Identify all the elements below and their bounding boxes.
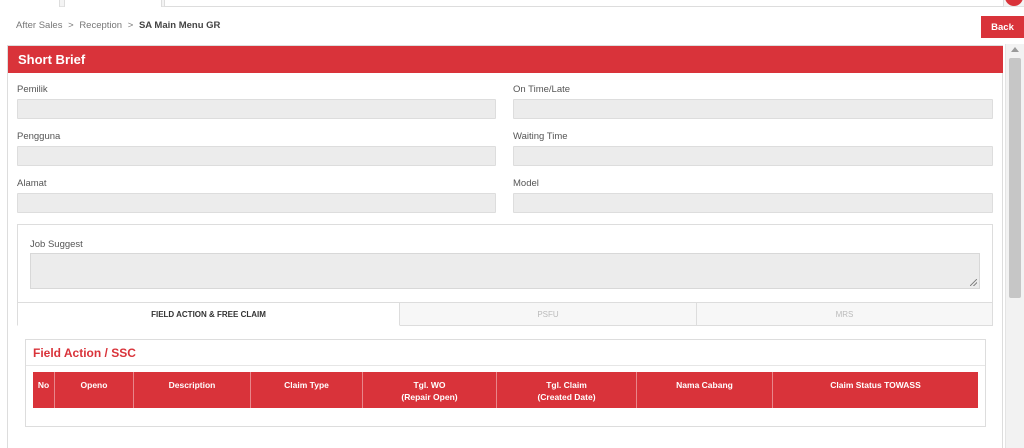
field-action-title: Field Action / SSC [33,346,136,360]
job-suggest-label: Job Suggest [30,239,83,250]
panel-header: Short Brief [8,46,1003,73]
panel-title: Short Brief [18,52,86,67]
pengguna-label: Pengguna [17,131,61,142]
resize-grip-icon[interactable] [970,279,977,286]
on-time-late-label: On Time/Late [513,84,571,95]
top-tab-active[interactable] [64,0,162,7]
breadcrumb-separator: > [68,20,74,31]
pengguna-field[interactable] [17,146,496,166]
field-action-table-header: No Openo Description Claim Type Tgl. WO(… [33,372,978,408]
breadcrumb-item-after-sales[interactable]: After Sales [16,20,62,31]
breadcrumb: After Sales > Reception > SA Main Menu G… [16,20,220,31]
column-header-description[interactable]: Description [134,372,251,408]
model-label: Model [513,178,539,189]
vertical-scrollbar[interactable] [1005,44,1024,448]
pemilik-field[interactable] [17,99,496,119]
job-suggest-textarea[interactable] [30,253,980,289]
column-header-claim-status-towass[interactable]: Claim Status TOWASS [773,372,978,408]
column-header-claim-type[interactable]: Claim Type [251,372,363,408]
tab-bar: FIELD ACTION & FREE CLAIM PSFU MRS [17,302,993,326]
breadcrumb-current: SA Main Menu GR [138,20,221,31]
top-tab-strip [0,0,1024,7]
column-header-nama-cabang[interactable]: Nama Cabang [637,372,773,408]
tab-field-action-free-claim[interactable]: FIELD ACTION & FREE CLAIM [17,302,400,326]
alamat-label: Alamat [17,178,47,189]
tab-mrs[interactable]: MRS [697,302,993,326]
breadcrumb-separator: > [127,20,134,31]
column-header-no[interactable]: No [33,372,55,408]
field-action-section: Field Action / SSC No Openo Description … [25,339,986,427]
waiting-time-field[interactable] [513,146,993,166]
divider [26,365,985,366]
waiting-time-label: Waiting Time [513,131,568,142]
pemilik-label: Pemilik [17,84,48,95]
scrollbar-thumb[interactable] [1009,58,1021,298]
breadcrumb-item-reception[interactable]: Reception [79,20,122,31]
tab-psfu[interactable]: PSFU [400,302,697,326]
notification-badge-icon[interactable] [1005,0,1023,6]
scroll-up-arrow-icon[interactable] [1011,47,1019,52]
column-header-tgl-wo[interactable]: Tgl. WO (Repair Open) [363,372,497,408]
alamat-field[interactable] [17,193,496,213]
back-button[interactable]: Back [981,16,1024,38]
top-search-bar[interactable] [164,0,1004,7]
column-header-openo[interactable]: Openo [55,372,134,408]
on-time-late-field[interactable] [513,99,993,119]
top-tab[interactable] [0,0,60,7]
model-field[interactable] [513,193,993,213]
column-header-tgl-claim[interactable]: Tgl. Claim (Created Date) [497,372,637,408]
